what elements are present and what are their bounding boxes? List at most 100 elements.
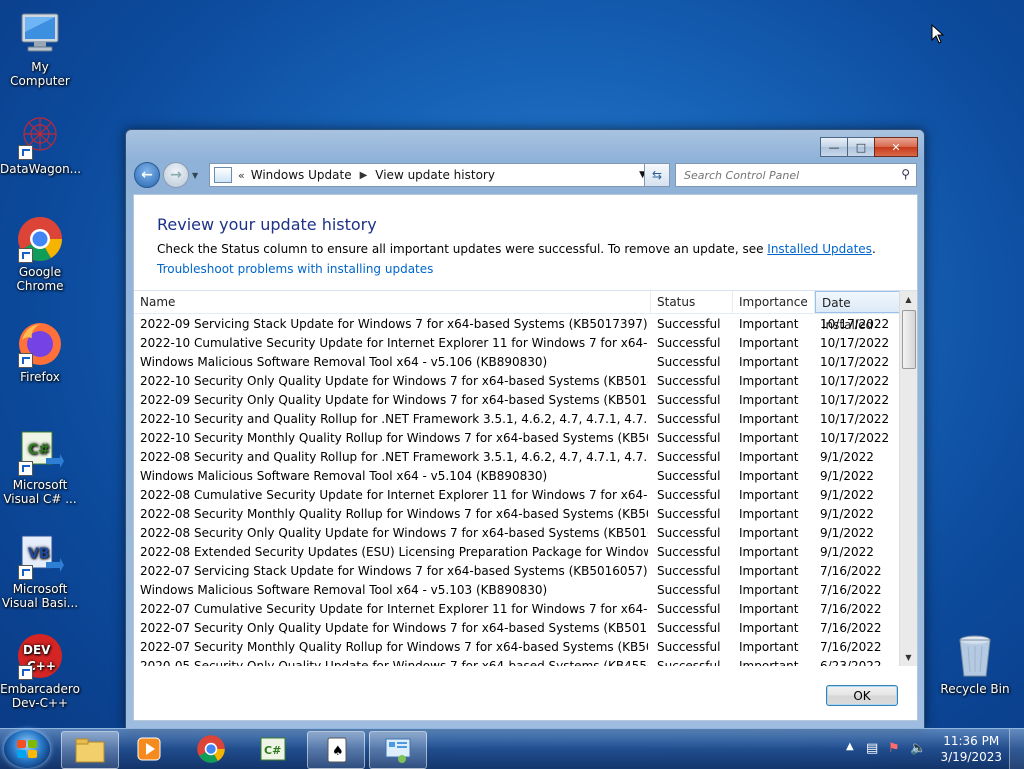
table-row[interactable]: 2022-08 Extended Security Updates (ESU) … <box>134 543 900 562</box>
taskbar-file-explorer[interactable] <box>61 731 119 769</box>
refresh-button[interactable]: ⇆ <box>644 163 670 187</box>
table-row[interactable]: Windows Malicious Software Removal Tool … <box>134 353 900 372</box>
update-importance-cell: Important <box>739 545 799 559</box>
desktop-icon-visual-basic[interactable]: VB Microsoft Visual Basi... <box>0 532 80 610</box>
update-date-cell: 7/16/2022 <box>820 564 882 578</box>
page-title: Review your update history <box>157 215 377 234</box>
update-importance-cell: Important <box>739 564 799 578</box>
taskbar-chrome[interactable] <box>183 731 239 767</box>
table-row[interactable]: 2022-08 Security Only Quality Update for… <box>134 524 900 543</box>
taskbar-solitaire[interactable]: ♠ <box>307 731 365 769</box>
table-row[interactable]: 2022-07 Servicing Stack Update for Windo… <box>134 562 900 581</box>
column-header-name[interactable]: Name <box>134 291 651 313</box>
forward-button[interactable]: → <box>163 162 189 188</box>
update-status-cell: Successful <box>657 564 721 578</box>
show-hidden-icons-icon[interactable]: ▲ <box>846 741 854 752</box>
refresh-icon: ⇆ <box>651 168 663 182</box>
search-icon[interactable]: ⚲ <box>901 167 910 181</box>
table-row[interactable]: Windows Malicious Software Removal Tool … <box>134 467 900 486</box>
update-status-cell: Successful <box>657 545 721 559</box>
taskbar-visual-csharp[interactable]: C# <box>245 731 301 767</box>
start-button[interactable] <box>4 730 50 768</box>
desktop-icon-datawagon[interactable]: DataWagon... <box>0 112 81 176</box>
table-row[interactable]: 2022-08 Security Monthly Quality Rollup … <box>134 505 900 524</box>
update-status-cell: Successful <box>657 393 721 407</box>
address-bar[interactable]: « Windows Update ▶ View update history ▼ <box>209 163 651 187</box>
table-row[interactable]: 2022-10 Security Monthly Quality Rollup … <box>134 429 900 448</box>
forward-arrow-icon: → <box>170 167 182 183</box>
search-input[interactable] <box>682 165 891 185</box>
desktop-icon-firefox[interactable]: Firefox <box>0 320 80 384</box>
table-row[interactable]: 2022-10 Security and Quality Rollup for … <box>134 410 900 429</box>
desktop-icon-my-computer[interactable]: My Computer <box>0 10 80 88</box>
update-date-cell: 7/16/2022 <box>820 640 882 654</box>
table-row[interactable]: 2022-07 Security Only Quality Update for… <box>134 619 900 638</box>
volume-icon[interactable]: 🔈 <box>910 741 926 756</box>
show-desktop-button[interactable] <box>1009 729 1024 769</box>
minimize-button[interactable]: — <box>820 137 848 157</box>
desktop-icon-visual-csharp[interactable]: C# Microsoft Visual C# ... <box>0 428 80 506</box>
table-row[interactable]: 2022-10 Cumulative Security Update for I… <box>134 334 900 353</box>
action-center-flag-icon[interactable]: ⚑ <box>888 741 900 756</box>
shortcut-arrow-icon <box>18 145 33 160</box>
datawagon-icon <box>16 112 64 160</box>
update-date-cell: 10/17/2022 <box>820 336 890 350</box>
scroll-down-icon[interactable]: ▼ <box>900 649 917 666</box>
column-header-importance[interactable]: Importance <box>733 291 815 313</box>
update-importance-cell: Important <box>739 336 799 350</box>
maximize-button[interactable]: □ <box>847 137 875 157</box>
maximize-icon: □ <box>855 140 867 154</box>
desktop-icon-chrome[interactable]: Google Chrome <box>0 215 80 293</box>
update-status-cell: Successful <box>657 659 721 666</box>
table-row[interactable]: 2022-07 Cumulative Security Update for I… <box>134 600 900 619</box>
update-importance-cell: Important <box>739 640 799 654</box>
update-status-cell: Successful <box>657 317 721 331</box>
ok-button[interactable]: OK <box>826 685 898 706</box>
navigation-bar: ← → ▼ « Windows Update ▶ View update his… <box>134 160 917 190</box>
system-tray: ▲ ▤ ⚑ 🔈 11:36 PM 3/19/2023 <box>834 729 1024 769</box>
column-header-date-installed[interactable]: Date Installed <box>815 291 900 332</box>
table-row[interactable]: 2022-10 Security Only Quality Update for… <box>134 372 900 391</box>
table-row[interactable]: 2022-09 Servicing Stack Update for Windo… <box>134 315 900 334</box>
breadcrumb-separator-icon[interactable]: ▶ <box>360 170 368 181</box>
taskbar-media-player[interactable] <box>121 731 177 767</box>
table-row[interactable]: 2022-09 Security Only Quality Update for… <box>134 391 900 410</box>
update-date-cell: 7/16/2022 <box>820 621 882 635</box>
update-date-cell: 10/17/2022 <box>820 355 890 369</box>
table-row[interactable]: 2020-05 Security Only Quality Update for… <box>134 657 900 666</box>
description-end: . <box>871 242 876 256</box>
table-row[interactable]: Windows Malicious Software Removal Tool … <box>134 581 900 600</box>
table-row[interactable]: 2022-07 Security Monthly Quality Rollup … <box>134 638 900 657</box>
column-header-status[interactable]: Status <box>651 291 733 313</box>
desktop-icon-devcpp[interactable]: DEV C++ Embarcadero Dev-C++ <box>0 632 80 710</box>
update-name-cell: 2022-08 Security Only Quality Update for… <box>140 526 648 540</box>
network-icon[interactable]: ▤ <box>866 741 878 756</box>
update-date-cell: 9/1/2022 <box>820 507 874 521</box>
visual-csharp-icon: C# <box>260 737 286 761</box>
troubleshoot-link[interactable]: Troubleshoot problems with installing up… <box>157 262 433 276</box>
back-button[interactable]: ← <box>134 162 160 188</box>
breadcrumb-overflow-icon[interactable]: « <box>238 169 245 182</box>
update-name-cell: 2022-10 Security and Quality Rollup for … <box>140 412 648 426</box>
breadcrumb-view-update-history[interactable]: View update history <box>375 168 495 182</box>
taskbar-control-panel[interactable] <box>369 731 427 769</box>
recent-pages-button[interactable]: ▼ <box>192 171 198 180</box>
installed-updates-link[interactable]: Installed Updates <box>767 242 872 256</box>
vertical-scrollbar[interactable]: ▲ ▼ <box>899 291 917 666</box>
scroll-thumb[interactable] <box>902 310 916 369</box>
close-button[interactable]: ✕ <box>874 137 918 157</box>
svg-text:♠: ♠ <box>332 744 344 759</box>
update-name-cell: 2022-10 Security Only Quality Update for… <box>140 374 648 388</box>
search-box[interactable]: ⚲ <box>675 163 917 187</box>
update-name-cell: Windows Malicious Software Removal Tool … <box>140 583 548 597</box>
clock[interactable]: 11:36 PM 3/19/2023 <box>940 733 1002 765</box>
update-importance-cell: Important <box>739 374 799 388</box>
breadcrumb-windows-update[interactable]: Windows Update <box>251 168 352 182</box>
table-row[interactable]: 2022-08 Cumulative Security Update for I… <box>134 486 900 505</box>
minimize-icon: — <box>828 140 840 154</box>
window-controls: — □ ✕ <box>820 137 918 157</box>
table-row[interactable]: 2022-08 Security and Quality Rollup for … <box>134 448 900 467</box>
scroll-up-icon[interactable]: ▲ <box>900 291 917 308</box>
desktop-icon-recycle-bin[interactable]: Recycle Bin <box>935 632 1015 696</box>
desktop-icon-label: My Computer <box>10 60 70 88</box>
